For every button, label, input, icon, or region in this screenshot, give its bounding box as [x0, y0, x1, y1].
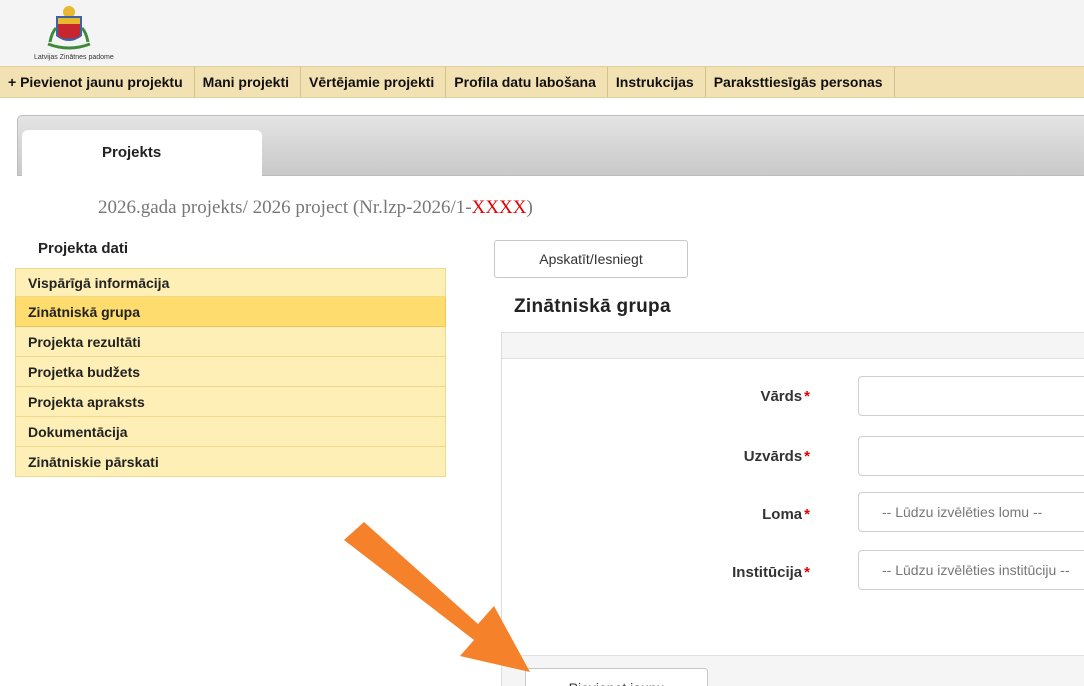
nav-item-4[interactable]: Instrukcijas — [608, 67, 706, 97]
header: Latvijas Zinātnes padome — [0, 0, 1084, 66]
role-label: Loma * — [762, 506, 810, 523]
logo[interactable]: Latvijas Zinātnes padome — [34, 2, 174, 64]
sidebar-item-3[interactable]: Projetka budžets — [15, 357, 446, 387]
panel-header — [502, 333, 1084, 359]
view-submit-button[interactable]: Apskatīt/Iesniegt — [494, 240, 688, 278]
sidebar-item-6[interactable]: Zinātniskie pārskati — [15, 447, 446, 477]
add-new-button[interactable]: Pievienot jaunu — [525, 668, 708, 686]
first-name-input[interactable] — [858, 376, 1084, 416]
last-name-label: Uzvārds * — [743, 448, 810, 465]
last-name-input[interactable] — [858, 436, 1084, 476]
tab-projekts[interactable]: Projekts — [22, 130, 262, 177]
sidebar-item-2[interactable]: Projekta rezultāti — [15, 327, 446, 357]
sidebar-title: Projekta dati — [38, 240, 129, 257]
nav-item-2[interactable]: Vērtējamie projekti — [301, 67, 447, 97]
nav-item-0[interactable]: + Pievienot jaunu projektu — [0, 67, 195, 97]
institution-select[interactable]: -- Lūdzu izvēlēties institūciju -- — [858, 550, 1084, 590]
first-name-label: Vārds * — [760, 388, 810, 405]
nav-item-1[interactable]: Mani projekti — [195, 67, 302, 97]
nav-item-3[interactable]: Profila datu labošana — [446, 67, 608, 97]
tab-bar: Projekts — [17, 115, 1084, 177]
annotation-arrow-icon — [344, 522, 530, 672]
project-title: 2026.gada projekts/ 2026 project (Nr.lzp… — [98, 197, 533, 219]
institution-label: Institūcija * — [732, 564, 810, 581]
sidebar-item-1[interactable]: Zinātniskā grupa — [15, 297, 446, 327]
section-title: Zinātniskā grupa — [514, 296, 671, 317]
coat-of-arms-icon — [47, 6, 91, 50]
role-select[interactable]: -- Lūdzu izvēlēties lomu -- — [858, 492, 1084, 532]
sidebar-item-5[interactable]: Dokumentācija — [15, 417, 446, 447]
sidebar-item-0[interactable]: Vispārīgā informācija — [15, 268, 446, 297]
nav-item-5[interactable]: Paraksttiesīgās personas — [706, 67, 895, 97]
sidebar-menu: Vispārīgā informācija Zinātniskā grupa Pro… — [15, 268, 446, 477]
project-code: XXXX — [471, 197, 527, 218]
project-title-suffix: ) — [526, 197, 533, 218]
project-title-prefix: 2026.gada projekts/ 2026 project (Nr.lzp… — [98, 197, 472, 218]
sidebar-item-4[interactable]: Projekta apraksts — [15, 387, 446, 417]
main-nav: + Pievienot jaunu projektu Mani projekti V… — [0, 66, 1084, 98]
logo-text: Latvijas Zinātnes padome — [34, 54, 114, 61]
